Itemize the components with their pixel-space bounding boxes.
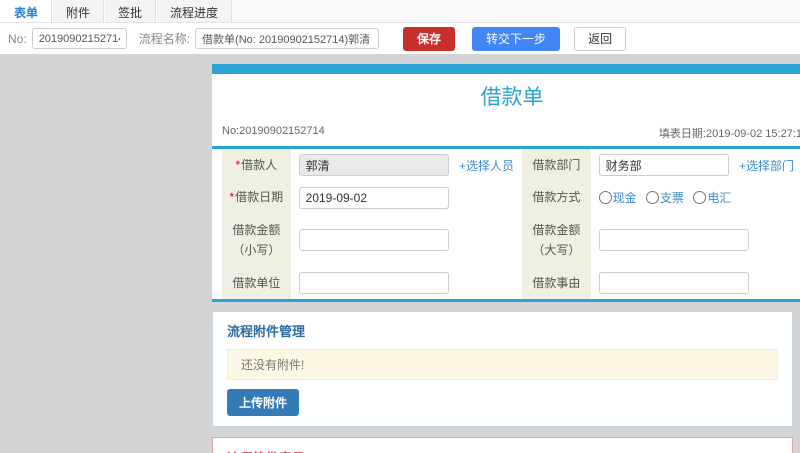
borrow-date-input[interactable] xyxy=(298,186,449,209)
amount-upper-input[interactable] xyxy=(598,229,749,252)
method-cash-radio[interactable] xyxy=(598,191,612,205)
select-department-link[interactable]: +选择部门 xyxy=(739,159,794,173)
method-wire-label: 电汇 xyxy=(707,191,732,206)
attachment-section: 流程附件管理 还没有附件! 上传附件 xyxy=(212,310,793,427)
amount-lower-input[interactable] xyxy=(298,229,449,252)
save-button[interactable]: 保存 xyxy=(403,26,456,51)
amount-upper-label: 借款金额（大写） xyxy=(522,213,591,267)
borrow-method-label: 借款方式 xyxy=(522,181,591,214)
next-step-button[interactable]: 转交下一步 xyxy=(472,26,561,51)
borrow-unit-label: 借款单位 xyxy=(222,266,291,299)
table-row: *借款日期 借款方式 现金 支票 电汇 xyxy=(222,181,800,214)
department-input[interactable] xyxy=(598,154,729,177)
doc-meta-row: No:20190902152714 填表日期:2019-09-02 15:27:… xyxy=(212,122,800,149)
form-tab-bar: 表单 附件 签批 流程进度 xyxy=(0,0,800,23)
borrow-method-radio-group: 现金 支票 电汇 xyxy=(598,191,738,206)
action-bar: No: 流程名称: 保存 转交下一步 返回 xyxy=(0,23,800,54)
method-wire-radio[interactable] xyxy=(693,191,707,205)
attachment-section-title: 流程附件管理 xyxy=(227,323,306,339)
method-wire-option[interactable]: 电汇 xyxy=(693,191,731,205)
no-input[interactable] xyxy=(31,28,127,49)
tab-approval[interactable]: 签批 xyxy=(104,0,157,22)
method-cash-option[interactable]: 现金 xyxy=(598,191,637,206)
approval-section-title: 流程签批意见 xyxy=(227,448,778,453)
panel-top-accent-bar xyxy=(212,64,800,74)
doc-number: No:20190902152714 xyxy=(222,125,325,137)
approval-section: 流程签批意见 B I abc xyxy=(212,436,793,453)
form-table-wrap: *借款人 +选择人员 借款部门 +选择部门 xyxy=(212,149,800,299)
borrower-label: *借款人 xyxy=(222,149,291,182)
process-name-label: 流程名称: xyxy=(138,32,191,46)
select-person-link[interactable]: +选择人员 xyxy=(459,159,514,173)
method-cash-label: 现金 xyxy=(612,191,637,206)
borrow-reason-label: 借款事由 xyxy=(522,266,591,299)
tab-attachments[interactable]: 附件 xyxy=(52,0,105,22)
borrow-date-label: *借款日期 xyxy=(222,181,291,214)
back-button[interactable]: 返回 xyxy=(574,26,627,51)
no-attachment-alert: 还没有附件! xyxy=(227,348,778,380)
department-label: 借款部门 xyxy=(522,149,591,182)
process-name-input[interactable] xyxy=(195,28,380,49)
required-mark: * xyxy=(235,158,241,172)
no-label: No: xyxy=(8,31,27,46)
borrow-unit-input[interactable] xyxy=(298,271,449,294)
borrow-reason-input[interactable] xyxy=(598,271,749,294)
loan-form-card: 借款单 No:20190902152714 填表日期:2019-09-02 15… xyxy=(212,74,800,302)
table-row: 借款单位 借款事由 xyxy=(222,266,800,299)
tab-process-progress[interactable]: 流程进度 xyxy=(156,0,233,22)
tab-form[interactable]: 表单 xyxy=(0,0,53,22)
loan-form-panel: 借款单 No:20190902152714 填表日期:2019-09-02 15… xyxy=(212,64,800,453)
borrower-input[interactable] xyxy=(298,154,449,177)
borrower-label-text: 借款人 xyxy=(241,158,278,172)
workspace: 借款单 No:20190902152714 填表日期:2019-09-02 15… xyxy=(0,54,800,453)
upload-attachment-button[interactable]: 上传附件 xyxy=(227,388,300,416)
fill-date: 填表日期:2019-09-02 15:27:1 xyxy=(658,128,800,140)
table-row: 借款金额（小写） 借款金额（大写） xyxy=(222,213,800,267)
method-cheque-label: 支票 xyxy=(660,191,685,206)
form-table: *借款人 +选择人员 借款部门 +选择部门 xyxy=(222,149,800,299)
table-row: *借款人 +选择人员 借款部门 +选择部门 xyxy=(222,149,800,182)
page-title: 借款单 xyxy=(480,86,544,109)
method-cheque-radio[interactable] xyxy=(646,191,659,205)
amount-lower-label: 借款金额（小写） xyxy=(222,213,291,267)
required-mark: * xyxy=(229,190,235,205)
borrow-date-label-text: 借款日期 xyxy=(235,190,284,205)
method-cheque-option[interactable]: 支票 xyxy=(646,191,684,205)
